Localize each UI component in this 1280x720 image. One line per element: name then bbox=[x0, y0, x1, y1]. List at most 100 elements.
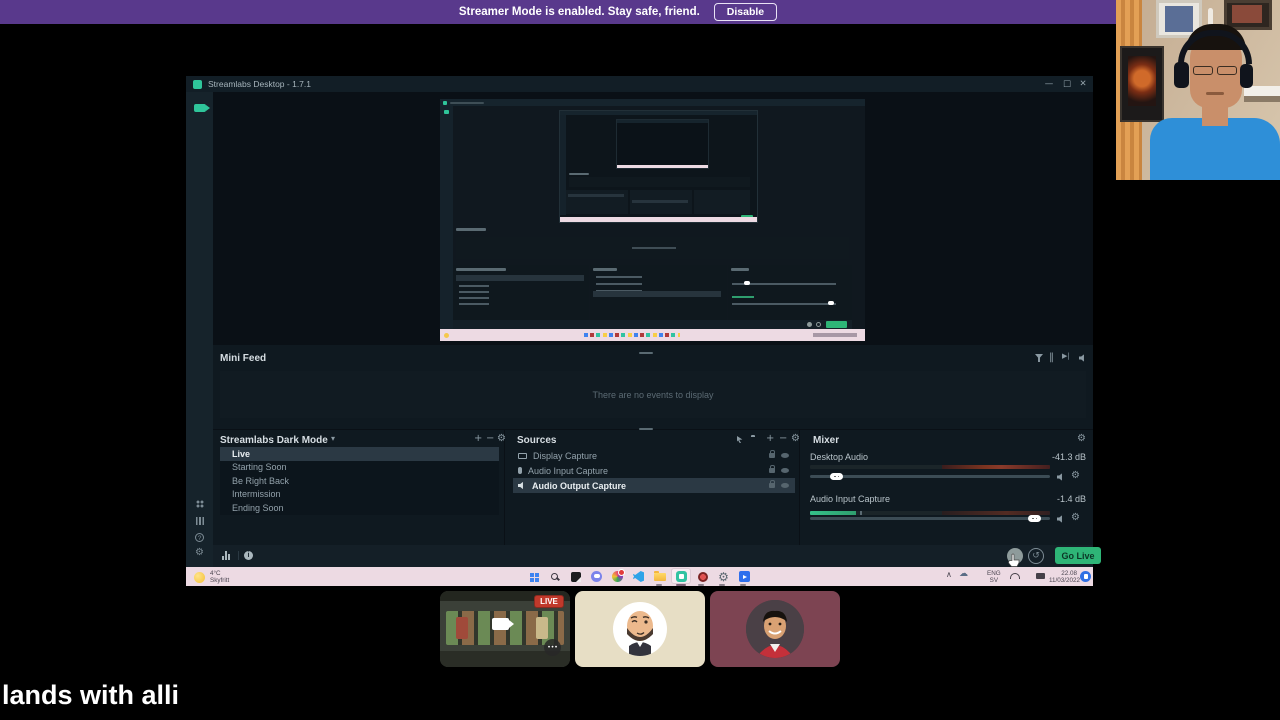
eye-icon[interactable] bbox=[781, 468, 789, 473]
scene-label: Be Right Back bbox=[232, 475, 290, 486]
scene-row[interactable]: Starting Soon bbox=[220, 461, 499, 475]
speaker-icon bbox=[518, 481, 523, 490]
volume-slider[interactable] bbox=[810, 475, 1050, 478]
replay-buffer-button[interactable]: ↺ bbox=[1028, 548, 1044, 564]
thumbnail-menu-button[interactable]: ••• bbox=[544, 639, 561, 656]
pv2-selected-row bbox=[632, 200, 688, 203]
splitter-handle[interactable] bbox=[639, 352, 653, 354]
help-icon: ? bbox=[195, 533, 204, 542]
thumbnail-screenshare[interactable]: LIVE ••• bbox=[440, 591, 570, 667]
notification-center-icon[interactable] bbox=[1080, 571, 1091, 582]
window-title: Streamlabs Desktop - 1.7.1 bbox=[208, 79, 311, 89]
remove-scene-icon[interactable]: − bbox=[486, 434, 494, 444]
display-capture-preview[interactable] bbox=[440, 99, 865, 341]
pause-icon[interactable]: ‖ bbox=[1049, 353, 1054, 363]
skip-to-latest-icon[interactable]: ▶| bbox=[1062, 353, 1070, 360]
disable-streamer-mode-button[interactable]: Disable bbox=[713, 3, 778, 21]
weather-temp: 4°C bbox=[210, 570, 221, 577]
red-app-button[interactable] bbox=[695, 569, 710, 584]
scene-row[interactable]: Ending Soon bbox=[220, 501, 499, 515]
eye-icon[interactable] bbox=[781, 483, 789, 488]
tray-camera-icon[interactable] bbox=[1036, 573, 1045, 579]
sidebar-item-app-store[interactable] bbox=[186, 517, 213, 525]
add-scene-icon[interactable]: + bbox=[474, 434, 482, 444]
avatar-circle bbox=[613, 602, 667, 656]
streamlabs-app-icon bbox=[193, 79, 202, 89]
sidebar-item-settings[interactable]: ⚙ bbox=[186, 548, 213, 558]
sidebar-item-help[interactable]: ? bbox=[186, 533, 213, 542]
start-button[interactable] bbox=[526, 569, 541, 584]
mixer-settings-gear-icon[interactable]: ⚙ bbox=[1077, 434, 1086, 444]
pv-taskbar-icons bbox=[584, 333, 680, 337]
thumbnail-avatar-participant[interactable] bbox=[575, 591, 705, 667]
maximize-button[interactable]: □ bbox=[1059, 76, 1075, 92]
lock-icon[interactable] bbox=[769, 480, 775, 488]
eye-icon[interactable] bbox=[781, 453, 789, 458]
filter-icon[interactable] bbox=[1035, 354, 1043, 362]
game-card-red bbox=[456, 617, 468, 639]
picture-frame bbox=[1224, 0, 1272, 30]
scene-row-live[interactable]: Live bbox=[220, 447, 499, 461]
search-button[interactable] bbox=[547, 569, 562, 584]
gear-icon: ⚙ bbox=[195, 547, 204, 558]
info-icon[interactable]: i bbox=[244, 551, 253, 560]
glasses bbox=[1193, 66, 1213, 75]
tray-chevron-up-icon[interactable]: ∧ bbox=[946, 571, 952, 579]
clock-time: 22.08 bbox=[1061, 570, 1077, 577]
running-indicator bbox=[719, 583, 725, 586]
remove-source-icon[interactable]: − bbox=[779, 434, 787, 444]
thumbnail-photo-participant[interactable] bbox=[710, 591, 840, 667]
ticker-text: lands with alli bbox=[2, 680, 180, 710]
onedrive-cloud-icon[interactable]: ☁ bbox=[959, 570, 968, 579]
lock-icon[interactable] bbox=[769, 450, 775, 458]
settings-button[interactable]: ⚙ bbox=[716, 569, 731, 584]
mute-events-icon[interactable] bbox=[1079, 354, 1084, 362]
lang-line1: ENG bbox=[987, 570, 1001, 577]
pick-source-icon[interactable] bbox=[737, 436, 743, 443]
source-row-audio-input[interactable]: Audio Input Capture bbox=[513, 463, 795, 478]
weather-widget[interactable]: 4°C Skyfritt bbox=[194, 570, 229, 584]
language-indicator[interactable]: ENG SV bbox=[987, 570, 1001, 584]
vscode-button[interactable] bbox=[631, 569, 646, 584]
source-properties-gear-icon[interactable]: ⚙ bbox=[791, 434, 800, 444]
file-explorer-button[interactable] bbox=[652, 569, 667, 584]
sidebar-item-themes[interactable] bbox=[186, 500, 213, 508]
footer-bar: i ↺ Go Live bbox=[213, 545, 1101, 567]
pv-go-live bbox=[826, 321, 847, 328]
scene-label: Ending Soon bbox=[232, 502, 284, 513]
lock-icon[interactable] bbox=[769, 465, 775, 473]
sidebar-item-editor[interactable] bbox=[186, 98, 213, 112]
editor-canvas[interactable] bbox=[213, 92, 1093, 345]
clock-widget[interactable]: 22.08 11/03/2022 bbox=[1049, 570, 1080, 584]
wifi-icon[interactable] bbox=[1010, 573, 1020, 579]
slider-handle[interactable] bbox=[1028, 515, 1041, 522]
scene-row[interactable]: Intermission bbox=[220, 488, 499, 502]
streamlabs-taskbar-button[interactable] bbox=[671, 568, 691, 584]
performance-chart-icon[interactable] bbox=[222, 551, 230, 560]
close-button[interactable]: ✕ bbox=[1075, 76, 1091, 92]
window-titlebar[interactable]: Streamlabs Desktop - 1.7.1 bbox=[186, 76, 1093, 92]
streamer-mode-banner: Streamer Mode is enabled. Stay safe, fri… bbox=[0, 0, 1116, 24]
chevron-down-icon[interactable]: ▾ bbox=[331, 435, 335, 443]
add-source-icon[interactable]: + bbox=[766, 434, 774, 444]
folder-icon bbox=[653, 570, 666, 581]
channel-mute-speaker-icon[interactable] bbox=[1057, 515, 1062, 523]
slider-handle[interactable] bbox=[830, 473, 843, 480]
task-view-button[interactable] bbox=[568, 569, 583, 584]
source-row-audio-output[interactable]: Audio Output Capture bbox=[513, 478, 795, 493]
grid-icon bbox=[195, 500, 204, 508]
minimize-button[interactable]: — bbox=[1041, 76, 1057, 92]
scene-row[interactable]: Be Right Back bbox=[220, 474, 499, 488]
chat-button[interactable] bbox=[589, 569, 604, 584]
volume-slider[interactable] bbox=[810, 517, 1050, 520]
go-live-button[interactable]: Go Live bbox=[1055, 547, 1101, 564]
channel-mute-speaker-icon[interactable] bbox=[1057, 473, 1062, 481]
chat-icon bbox=[591, 571, 602, 582]
frame-art bbox=[1165, 6, 1193, 32]
meter-peak-tick bbox=[860, 511, 863, 515]
source-row-display-capture[interactable]: Display Capture bbox=[513, 448, 795, 463]
media-player-button[interactable] bbox=[737, 569, 752, 584]
channel-gear-icon[interactable]: ⚙ bbox=[1071, 513, 1080, 523]
browser-button[interactable] bbox=[610, 569, 625, 584]
channel-gear-icon[interactable]: ⚙ bbox=[1071, 471, 1080, 481]
